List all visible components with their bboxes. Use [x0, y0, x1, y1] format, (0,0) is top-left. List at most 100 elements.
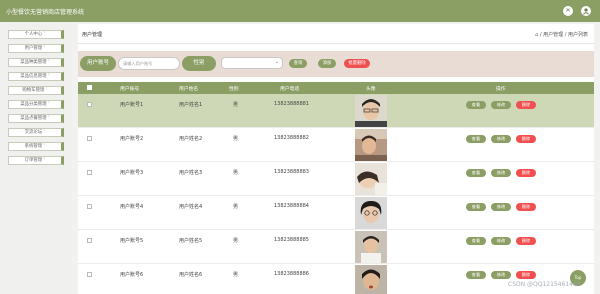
add-button[interactable]: 添加 [318, 59, 336, 68]
cell-gender: 男 [233, 102, 239, 108]
top-bar: 小型餐饮无营销商店管理系统 ✕ [0, 0, 600, 22]
chevron-down-icon: ˅ [47, 60, 50, 65]
filter-bar: 用户账号 请输入用户账号 性别 ⌄ 查询 添加 批量删除 [78, 51, 594, 77]
avatar [355, 95, 387, 127]
column-header-gender: 性别 [229, 87, 239, 92]
sidebar-item-label: 系统管理 [24, 144, 43, 149]
delete-button[interactable]: 删除 [516, 203, 536, 211]
chevron-down-icon: ˅ [47, 74, 50, 79]
cell-gender: 男 [233, 204, 239, 210]
sidebar: 个人中心˅ 用户管理˅ 菜品种类管理˅ 菜品信息管理˅ 购物车管理˅ 菜品分类管… [0, 22, 72, 294]
sidebar-item-dish-order[interactable]: 菜品点餐管理˅ [8, 114, 64, 123]
edit-button[interactable]: 修改 [491, 135, 511, 143]
view-button[interactable]: 查看 [466, 237, 486, 245]
view-button[interactable]: 查看 [466, 203, 486, 211]
header-bar: 用户管理 ⌂ / 用户管理 / 用户列表 [78, 24, 594, 44]
app-title: 小型餐饮无营销商店管理系统 [6, 9, 85, 16]
gender-label: 性别 [182, 56, 216, 71]
view-button[interactable]: 查看 [466, 135, 486, 143]
cell-name: 用户姓名3 [179, 170, 203, 176]
cell-gender: 男 [233, 238, 239, 244]
gender-select[interactable]: ⌄ [221, 57, 283, 69]
close-icon[interactable]: ✕ [563, 6, 573, 16]
table-row[interactable]: 用户账号5 用户姓名5 男 13823888885 查看 修改 删除 [78, 230, 594, 264]
sidebar-item-cart[interactable]: 购物车管理˅ [8, 86, 64, 95]
row-checkbox[interactable] [87, 238, 92, 243]
row-checkbox[interactable] [87, 136, 92, 141]
cell-gender: 男 [233, 170, 239, 176]
select-all-checkbox[interactable] [87, 85, 92, 90]
chevron-down-icon: ˅ [43, 130, 46, 135]
table-row[interactable]: 用户账号6 用户姓名6 男 13823888886 查看 修改 删除 [78, 264, 594, 294]
chevron-down-icon: ⌄ [274, 59, 279, 65]
batch-delete-button[interactable]: 批量删除 [344, 59, 370, 68]
column-header-avatar: 头像 [366, 87, 376, 92]
table-row[interactable]: 用户账号3 用户姓名3 男 13823888883 查看 修改 删除 [78, 162, 594, 196]
sidebar-item-orders[interactable]: 订单管理˅ [8, 156, 64, 165]
delete-button[interactable]: 删除 [516, 101, 536, 109]
delete-button[interactable]: 删除 [516, 169, 536, 177]
sidebar-item-label: 交流论坛 [24, 130, 43, 135]
avatar [355, 129, 387, 161]
cell-account: 用户账号5 [120, 238, 144, 244]
cell-phone: 13823888886 [274, 271, 309, 277]
chevron-down-icon: ˅ [43, 46, 46, 51]
table-row[interactable]: 用户账号4 用户姓名4 男 13823888884 查看 修改 删除 [78, 196, 594, 230]
sidebar-item-label: 菜品分类管理 [20, 102, 47, 107]
sidebar-item-label: 菜品点餐管理 [20, 116, 47, 121]
avatar [355, 163, 387, 195]
row-checkbox[interactable] [87, 204, 92, 209]
user-table: 用户账号 用户姓名 性别 用户电话 头像 操作 用户账号1 用户姓名1 男 13… [78, 82, 594, 294]
sidebar-item-personal-center[interactable]: 个人中心˅ [8, 30, 64, 39]
cell-phone: 13823888882 [274, 135, 309, 141]
cell-account: 用户账号3 [120, 170, 144, 176]
main-content: 用户管理 ⌂ / 用户管理 / 用户列表 用户账号 请输入用户账号 性别 ⌄ 查… [78, 24, 594, 294]
delete-button[interactable]: 删除 [516, 271, 536, 279]
chevron-down-icon: ˅ [43, 32, 46, 37]
sidebar-item-system[interactable]: 系统管理˅ [8, 142, 64, 151]
page-title: 用户管理 [82, 32, 103, 38]
cell-phone: 13823888881 [274, 101, 309, 107]
sidebar-item-label: 订单管理 [24, 158, 43, 163]
cell-name: 用户姓名2 [179, 136, 203, 142]
avatar [355, 197, 387, 229]
delete-button[interactable]: 删除 [516, 135, 536, 143]
sidebar-item-label: 菜品种类管理 [20, 60, 47, 65]
table-header: 用户账号 用户姓名 性别 用户电话 头像 操作 [78, 82, 594, 94]
sidebar-item-dish-category[interactable]: 菜品分类管理˅ [8, 100, 64, 109]
cell-name: 用户姓名6 [179, 272, 203, 278]
view-button[interactable]: 查看 [466, 169, 486, 177]
sidebar-item-users[interactable]: 用户管理˅ [8, 44, 64, 53]
row-checkbox[interactable] [87, 272, 92, 277]
cell-account: 用户账号1 [120, 102, 144, 108]
view-button[interactable]: 查看 [466, 101, 486, 109]
search-button[interactable]: 查询 [289, 59, 307, 68]
sidebar-item-label: 购物车管理 [22, 88, 45, 93]
edit-button[interactable]: 修改 [491, 271, 511, 279]
edit-button[interactable]: 修改 [491, 101, 511, 109]
row-checkbox[interactable] [87, 170, 92, 175]
row-checkbox[interactable] [87, 102, 92, 107]
sidebar-item-dish-types[interactable]: 菜品种类管理˅ [8, 58, 64, 67]
edit-button[interactable]: 修改 [491, 203, 511, 211]
table-row[interactable]: 用户账号1 用户姓名1 男 13823888881 查看 修改 删除 [78, 94, 594, 128]
breadcrumb[interactable]: ⌂ / 用户管理 / 用户列表 [535, 31, 588, 38]
cell-gender: 男 [233, 136, 239, 142]
edit-button[interactable]: 修改 [491, 237, 511, 245]
edit-button[interactable]: 修改 [491, 169, 511, 177]
sidebar-item-forum[interactable]: 交流论坛˅ [8, 128, 64, 137]
avatar [355, 265, 387, 294]
user-icon[interactable] [581, 6, 591, 16]
table-row[interactable]: 用户账号2 用户姓名2 男 13823888882 查看 修改 删除 [78, 128, 594, 162]
view-button[interactable]: 查看 [466, 271, 486, 279]
delete-button[interactable]: 删除 [516, 237, 536, 245]
chevron-down-icon: ˅ [43, 158, 46, 163]
column-header-account: 用户账号 [120, 87, 140, 92]
column-header-phone: 用户电话 [280, 87, 300, 92]
account-label: 用户账号 [80, 56, 116, 71]
account-search-input[interactable]: 请输入用户账号 [118, 57, 180, 70]
cell-name: 用户姓名5 [179, 238, 203, 244]
cell-account: 用户账号2 [120, 136, 144, 142]
sidebar-item-dish-info[interactable]: 菜品信息管理˅ [8, 72, 64, 81]
cell-account: 用户账号6 [120, 272, 144, 278]
